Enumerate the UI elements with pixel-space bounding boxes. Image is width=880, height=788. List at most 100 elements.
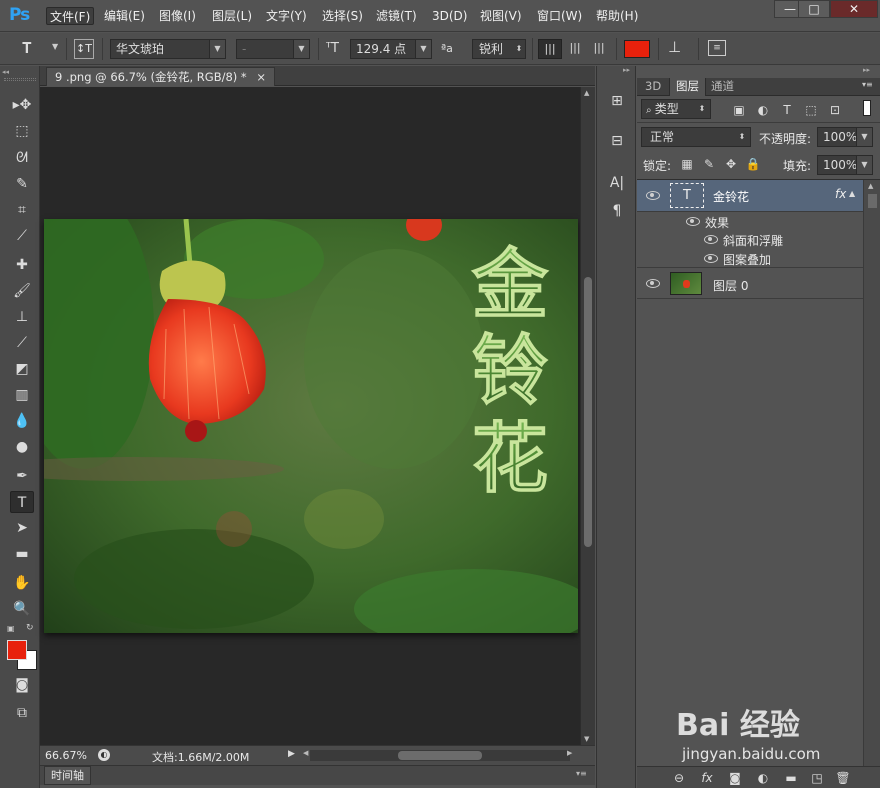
panel-menu-icon[interactable]: ▾≡ — [576, 769, 587, 778]
clone-stamp-tool-icon[interactable]: ⊥ — [10, 306, 34, 328]
healing-brush-tool-icon[interactable]: ✚ — [10, 254, 34, 276]
gradient-tool-icon[interactable]: ▥ — [10, 384, 34, 406]
type-tool-icon[interactable]: T — [10, 491, 34, 513]
expand-icon[interactable]: ▸▸ — [623, 66, 630, 74]
vertical-scrollbar[interactable]: ▲ ▼ — [580, 87, 595, 745]
fill-input[interactable]: 100% ▼ — [817, 155, 873, 175]
scroll-left-icon[interactable]: ◀ — [303, 749, 308, 757]
layers-scrollbar[interactable]: ▲ — [863, 180, 880, 766]
filter-type-icon[interactable]: T — [779, 102, 795, 118]
menu-image[interactable]: 图像(I) — [156, 7, 199, 25]
rectangle-tool-icon[interactable]: ▬ — [10, 543, 34, 565]
path-select-tool-icon[interactable]: ➤ — [10, 517, 34, 539]
filter-smart-object-icon[interactable]: ⊡ — [827, 102, 843, 118]
character-panel-icon[interactable]: ≡ — [708, 40, 726, 56]
layer-row-image[interactable]: 图层 0 — [637, 269, 863, 299]
tab-channels[interactable]: 通道 — [705, 78, 740, 96]
align-center-icon[interactable]: ||| — [564, 39, 586, 59]
swap-colors-icon[interactable]: ↻ — [26, 623, 34, 633]
add-style-icon[interactable]: fx — [699, 770, 715, 786]
crop-tool-icon[interactable]: ⌗ — [10, 199, 34, 221]
visibility-eye-icon[interactable] — [704, 254, 718, 263]
horizontal-scroll-thumb[interactable] — [398, 751, 482, 760]
quick-mask-icon[interactable]: ◙ — [10, 674, 34, 696]
align-right-icon[interactable]: ||| — [588, 39, 610, 59]
lock-transparency-icon[interactable]: ▦ — [679, 156, 695, 172]
expand-effects-icon[interactable]: ▲ — [849, 189, 855, 198]
layer-name[interactable]: 图层 0 — [713, 277, 748, 294]
visibility-eye-icon[interactable] — [646, 191, 660, 200]
quick-select-tool-icon[interactable]: ✎ — [10, 173, 34, 195]
filter-shape-icon[interactable]: ⬚ — [803, 102, 819, 118]
opacity-input[interactable]: 100% ▼ — [817, 127, 873, 147]
blur-tool-icon[interactable]: 💧 — [10, 410, 34, 432]
timeline-tab[interactable]: 时间轴 — [44, 766, 91, 785]
filter-adjustment-icon[interactable]: ◐ — [755, 102, 771, 118]
marquee-tool-icon[interactable]: ⬚ — [10, 120, 34, 142]
link-layers-icon[interactable]: ⊖ — [671, 770, 687, 786]
foreground-color-swatch[interactable] — [7, 640, 27, 660]
antialias-select[interactable]: 锐利 ⬍ — [472, 39, 526, 59]
maximize-button[interactable]: □ — [798, 0, 830, 18]
filter-kind-select[interactable]: ⌕ 类型 ⬍ — [641, 99, 711, 119]
hand-tool-icon[interactable]: ✋ — [10, 572, 34, 594]
pen-tool-icon[interactable]: ✒ — [10, 465, 34, 487]
trash-icon[interactable]: 🗑 — [835, 770, 851, 786]
type-tool-preset-icon[interactable]: 𝐓 — [22, 39, 32, 57]
menu-view[interactable]: 视图(V) — [477, 7, 525, 25]
paragraph-panel-icon[interactable]: ¶ — [605, 200, 629, 222]
collapse-icon[interactable]: ▸▸ — [863, 66, 870, 74]
grip-icon[interactable] — [4, 78, 36, 81]
adjustment-layer-icon[interactable]: ◐ — [755, 770, 771, 786]
scroll-right-icon[interactable]: ▶ — [567, 749, 572, 757]
status-menu-icon[interactable]: ▶ — [288, 749, 295, 759]
lasso-tool-icon[interactable]: ᘛ — [10, 147, 34, 169]
canvas-area[interactable]: 金 铃 花 — [40, 87, 580, 745]
menu-layer[interactable]: 图层(L) — [209, 7, 255, 25]
zoom-tool-icon[interactable]: 🔍 — [10, 598, 34, 620]
filter-toggle[interactable] — [863, 100, 871, 116]
history-panel-icon[interactable]: ⊞ — [605, 90, 629, 112]
zoom-level[interactable]: 66.67% — [45, 749, 87, 762]
menu-3d[interactable]: 3D(D) — [429, 7, 470, 25]
tab-layers[interactable]: 图层 — [669, 78, 706, 96]
effect-row-bevel[interactable]: 斜面和浮雕 — [637, 230, 863, 249]
move-tool-icon[interactable]: ▸✥ — [10, 94, 34, 116]
menu-select[interactable]: 选择(S) — [319, 7, 366, 25]
close-icon[interactable]: × — [256, 70, 266, 84]
tool-presets-icon[interactable]: ⊟ — [605, 130, 629, 152]
visibility-eye-icon[interactable] — [686, 217, 700, 226]
menu-file[interactable]: 文件(F) — [46, 7, 95, 25]
align-left-icon[interactable]: ||| — [538, 39, 562, 59]
menu-help[interactable]: 帮助(H) — [593, 7, 641, 25]
effects-header-row[interactable]: 效果 — [637, 212, 863, 230]
effect-row-pattern[interactable]: 图案叠加 — [637, 249, 863, 268]
vertical-scroll-thumb[interactable] — [584, 277, 592, 547]
scroll-down-icon[interactable]: ▼ — [584, 735, 589, 743]
dodge-tool-icon[interactable]: ● — [10, 436, 34, 458]
close-button[interactable]: ✕ — [830, 0, 878, 18]
lock-position-icon[interactable]: ✥ — [723, 156, 739, 172]
chevron-down-icon[interactable]: ▼ — [52, 42, 58, 51]
history-brush-tool-icon[interactable]: ⟋ — [10, 332, 34, 354]
warp-text-icon[interactable]: ⊥ — [668, 38, 681, 56]
lock-all-icon[interactable]: 🔒 — [745, 156, 761, 172]
share-icon[interactable]: ◐ — [98, 749, 110, 761]
layer-row-text[interactable]: T 金铃花 fx ▲ — [637, 180, 863, 212]
lock-paint-icon[interactable]: ✎ — [701, 156, 717, 172]
tab-3d[interactable]: 3D — [639, 78, 667, 96]
layers-scroll-thumb[interactable] — [868, 194, 877, 208]
eyedropper-tool-icon[interactable]: ⟋ — [10, 225, 34, 247]
font-style-select[interactable]: - ▼ — [236, 39, 310, 59]
visibility-eye-icon[interactable] — [704, 235, 718, 244]
menu-edit[interactable]: 编辑(E) — [101, 7, 148, 25]
collapse-icon[interactable]: ◂◂ — [2, 68, 9, 76]
horizontal-scrollbar[interactable] — [310, 750, 570, 761]
text-color-swatch[interactable] — [624, 40, 650, 58]
filter-pixel-icon[interactable]: ▣ — [731, 102, 747, 118]
font-family-select[interactable]: 华文琥珀 ▼ — [110, 39, 226, 59]
layer-name[interactable]: 金铃花 — [713, 188, 749, 205]
toggle-orientation-icon[interactable]: ↕T — [74, 39, 94, 59]
brush-tool-icon[interactable]: 🖌 — [10, 280, 34, 302]
scroll-up-icon[interactable]: ▲ — [868, 182, 873, 190]
